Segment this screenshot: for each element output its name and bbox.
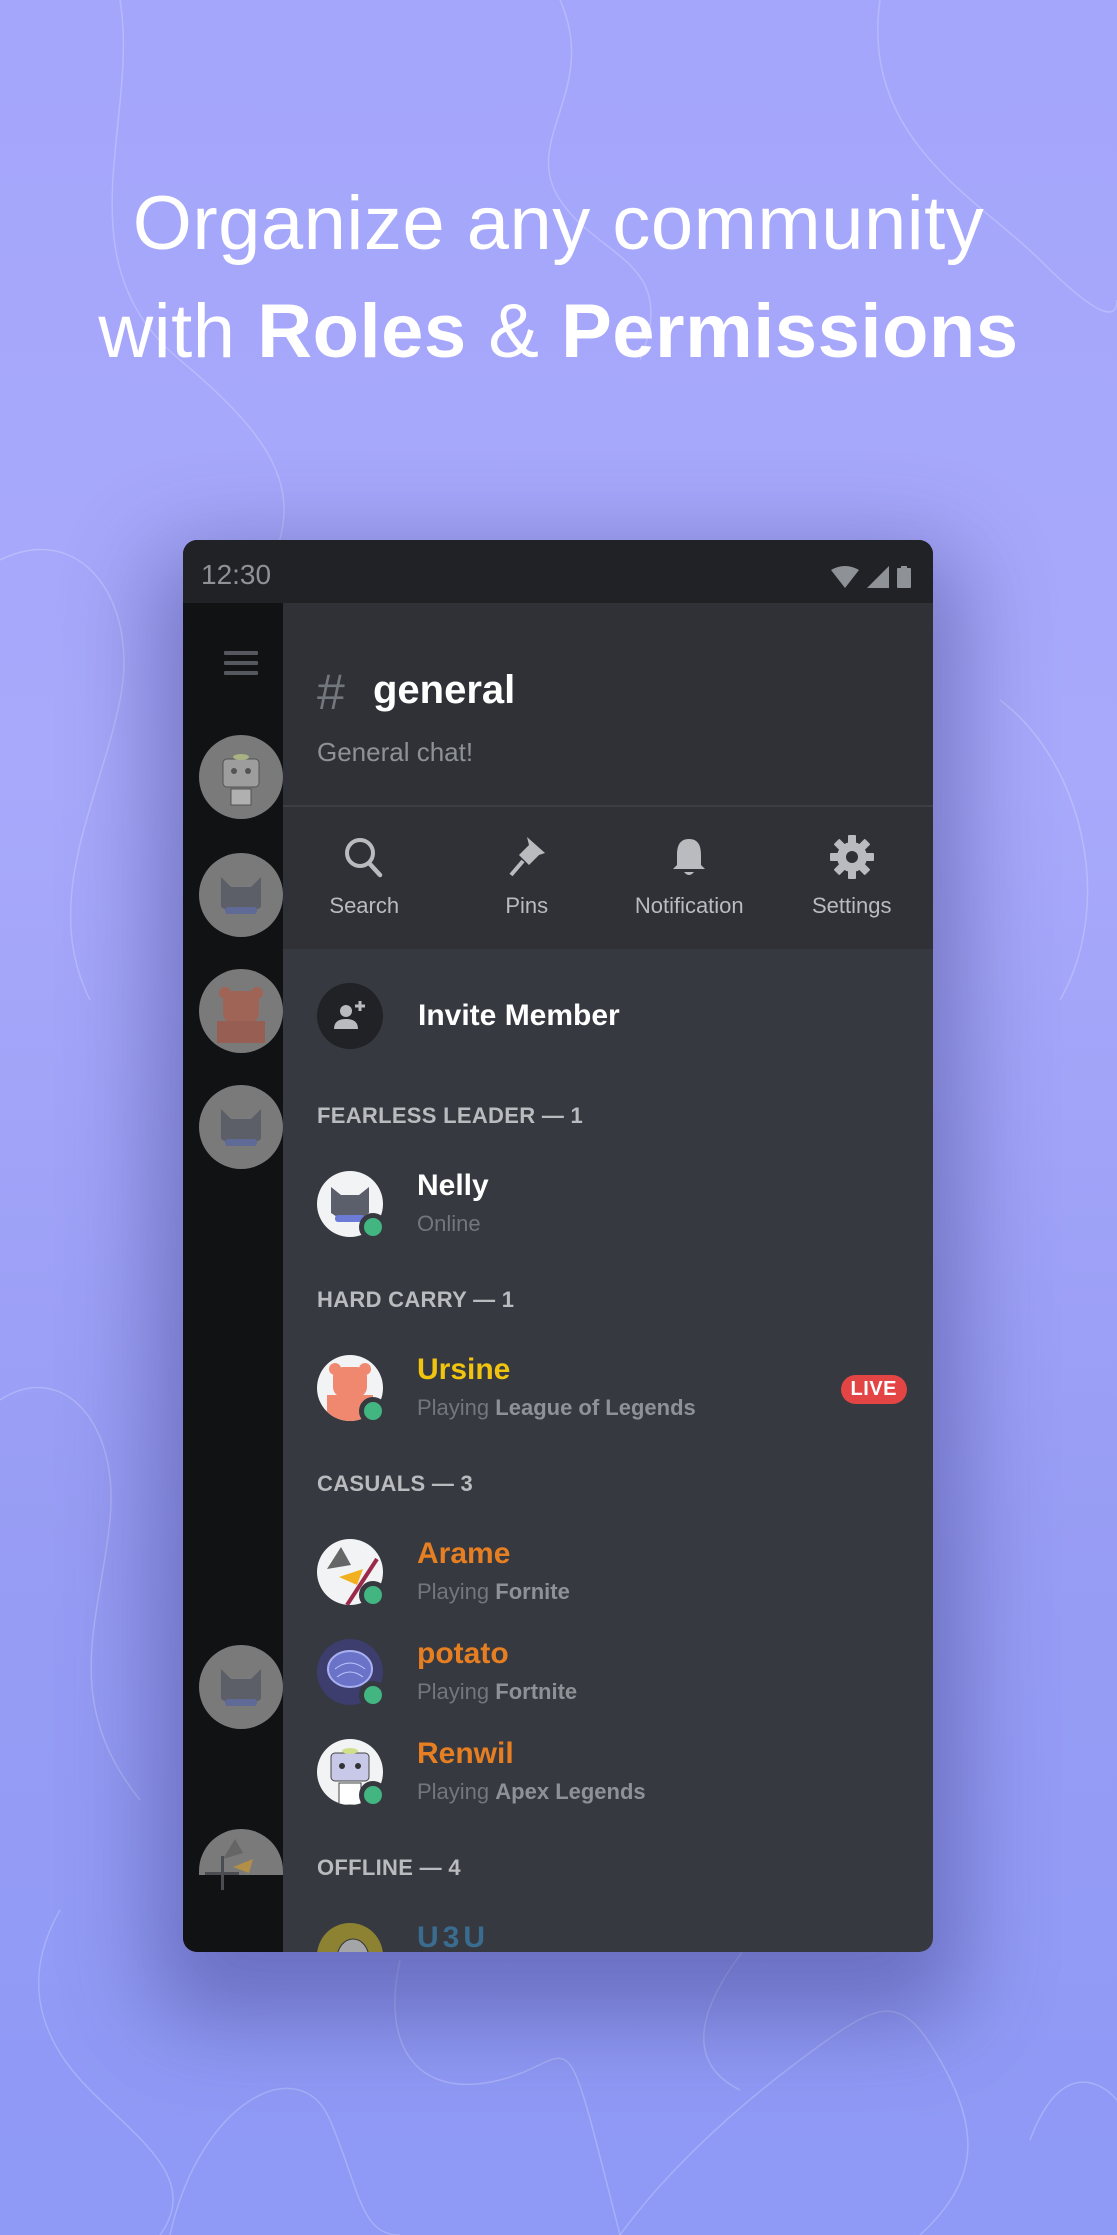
server-icon-cat[interactable] [199, 853, 283, 937]
pins-label: Pins [505, 893, 549, 918]
bell-icon [673, 839, 706, 875]
online-status-dot [359, 1397, 387, 1425]
invite-member-button[interactable]: Invite Member [317, 983, 620, 1049]
search-label: Search [329, 893, 400, 918]
member-activity: Playing Apex Legends [417, 1779, 646, 1805]
role-section-header: HARD CARRY — 1 [317, 1287, 515, 1312]
sleeping-avatar-icon [337, 1938, 369, 1952]
phone-frame: 12:30 # general General chat! Search Pin… [183, 540, 933, 1952]
member-name: Renwil [417, 1737, 514, 1770]
activity-game: League of Legends [495, 1395, 696, 1420]
role-section-header: FEARLESS LEADER — 1 [317, 1103, 584, 1128]
activity-prefix: Playing [417, 1395, 496, 1420]
role-section-header: CASUALS — 3 [317, 1471, 474, 1496]
online-status-dot [359, 1581, 387, 1609]
status-icons [831, 566, 911, 588]
member-name: Ursine [417, 1353, 511, 1386]
cat-avatar-icon [221, 1669, 261, 1706]
activity-game: Fortnite [495, 1679, 578, 1704]
headline-line-1: Organize any community [132, 181, 985, 266]
activity-prefix: Playing [417, 1779, 496, 1804]
headline-permissions: Permissions [561, 289, 1019, 374]
activity-game: Fornite [495, 1579, 570, 1604]
channel-header: # general General chat! [283, 603, 933, 807]
wifi-icon [831, 566, 859, 588]
invite-circle [317, 983, 383, 1049]
search-button[interactable]: Search [283, 807, 446, 949]
member-activity: Playing Fortnite [417, 1679, 577, 1705]
headline-prefix: with [98, 289, 258, 374]
battery-icon [897, 566, 911, 588]
settings-button[interactable]: Settings [771, 807, 934, 949]
hamburger-menu-icon[interactable] [224, 651, 258, 681]
channel-panel: # general General chat! Search Pins Noti… [283, 603, 933, 1952]
activity-game: Apex Legends [495, 1779, 646, 1804]
notification-button[interactable]: Notification [608, 807, 771, 949]
member-row[interactable]: potato Playing Fortnite [317, 1637, 907, 1709]
invite-member-label: Invite Member [418, 999, 620, 1032]
status-time: 12:30 [201, 559, 272, 590]
role-section-header: OFFLINE — 4 [317, 1855, 461, 1880]
channel-hash-icon: # [317, 664, 345, 720]
settings-label: Settings [812, 893, 892, 918]
cat-avatar-icon [221, 1109, 261, 1146]
member-name: Nelly [417, 1169, 489, 1202]
activity-prefix: Playing [417, 1679, 496, 1704]
search-icon [345, 838, 383, 878]
member-row-offline[interactable]: U3U [317, 1921, 907, 1952]
member-activity: Playing League of Legends [417, 1395, 696, 1421]
avatar [317, 1923, 383, 1952]
bear-avatar-icon [217, 987, 265, 1043]
server-rail [183, 603, 283, 1952]
robot-avatar-icon [222, 754, 260, 806]
channel-name: general [373, 668, 516, 712]
member-row[interactable]: Nelly Online [317, 1169, 907, 1241]
headline: Organize any community with Roles & Perm… [0, 170, 1117, 386]
member-status: Online [417, 1211, 481, 1236]
status-bar: 12:30 [183, 540, 933, 603]
gear-icon [829, 835, 874, 879]
notification-label: Notification [634, 893, 744, 918]
member-row[interactable]: Ursine Playing League of Legends LIVE [317, 1353, 907, 1425]
online-status-dot [359, 1213, 387, 1241]
member-name: Arame [417, 1537, 511, 1570]
member-name: potato [417, 1637, 509, 1670]
member-row[interactable]: Arame Playing Fornite [317, 1537, 907, 1609]
headline-amp: & [466, 289, 562, 374]
server-icon-cat-2[interactable] [199, 1085, 283, 1169]
live-badge[interactable]: LIVE [840, 1375, 907, 1404]
headline-line-2: with Roles & Permissions [0, 278, 1117, 386]
server-icon-cat-3[interactable] [199, 1645, 283, 1729]
add-user-icon [334, 1001, 365, 1029]
activity-prefix: Playing [417, 1579, 496, 1604]
pins-button[interactable]: Pins [446, 807, 609, 949]
cat-avatar-icon [221, 877, 261, 914]
server-icon-robot[interactable] [199, 735, 283, 819]
pin-icon [509, 837, 545, 877]
signal-icon [867, 566, 889, 588]
online-status-dot [359, 1681, 387, 1709]
online-status-dot [359, 1781, 387, 1809]
member-name: U3U [417, 1921, 490, 1952]
server-icon-bear[interactable] [199, 969, 283, 1053]
member-activity: Playing Fornite [417, 1579, 570, 1605]
headline-roles: Roles [257, 289, 467, 374]
add-server-plus-icon[interactable] [205, 1856, 239, 1890]
member-row[interactable]: Renwil Playing Apex Legends [317, 1737, 907, 1809]
channel-topic: General chat! [317, 737, 474, 767]
channel-toolbar: Search Pins Notification Settings [283, 807, 933, 949]
